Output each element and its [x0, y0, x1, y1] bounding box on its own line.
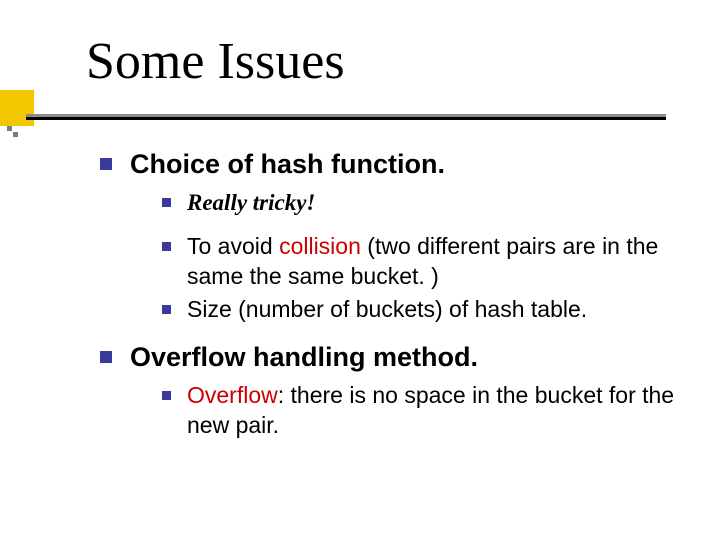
- square-bullet-icon: [162, 198, 171, 207]
- square-bullet-icon: [100, 158, 112, 170]
- bullet-level1: Choice of hash function.: [100, 148, 680, 182]
- sub-list: Overflow: there is no space in the bucke…: [162, 381, 680, 441]
- bullet-text: Choice of hash function.: [130, 148, 445, 182]
- square-bullet-icon: [100, 351, 112, 363]
- divider-black: [26, 117, 666, 120]
- bullet-level2: Really tricky!: [162, 188, 680, 218]
- bullet-level2: Overflow: there is no space in the bucke…: [162, 381, 680, 441]
- sub-list: Really tricky! To avoid collision (two d…: [162, 188, 680, 326]
- slide: Some Issues Choice of hash function. Rea…: [0, 0, 720, 540]
- bullet-level2: Size (number of buckets) of hash table.: [162, 295, 680, 325]
- square-bullet-icon: [162, 242, 171, 251]
- accent-mark-icon: [7, 126, 18, 137]
- square-bullet-icon: [162, 391, 171, 400]
- slide-title: Some Issues: [86, 32, 345, 91]
- highlight-overflow: Overflow: [187, 382, 278, 408]
- bullet-text: Overflow: there is no space in the bucke…: [187, 381, 680, 441]
- bullet-level2: To avoid collision (two different pairs …: [162, 232, 680, 292]
- accent-block: [0, 90, 34, 126]
- text-pre: To avoid: [187, 233, 279, 259]
- square-bullet-icon: [162, 305, 171, 314]
- bullet-text-tricky: Really tricky!: [187, 188, 315, 218]
- bullet-text: Size (number of buckets) of hash table.: [187, 295, 587, 325]
- bullet-level1: Overflow handling method.: [100, 341, 680, 375]
- slide-content: Choice of hash function. Really tricky! …: [100, 148, 680, 457]
- bullet-text: To avoid collision (two different pairs …: [187, 232, 680, 292]
- highlight-collision: collision: [279, 233, 361, 259]
- bullet-text: Overflow handling method.: [130, 341, 478, 375]
